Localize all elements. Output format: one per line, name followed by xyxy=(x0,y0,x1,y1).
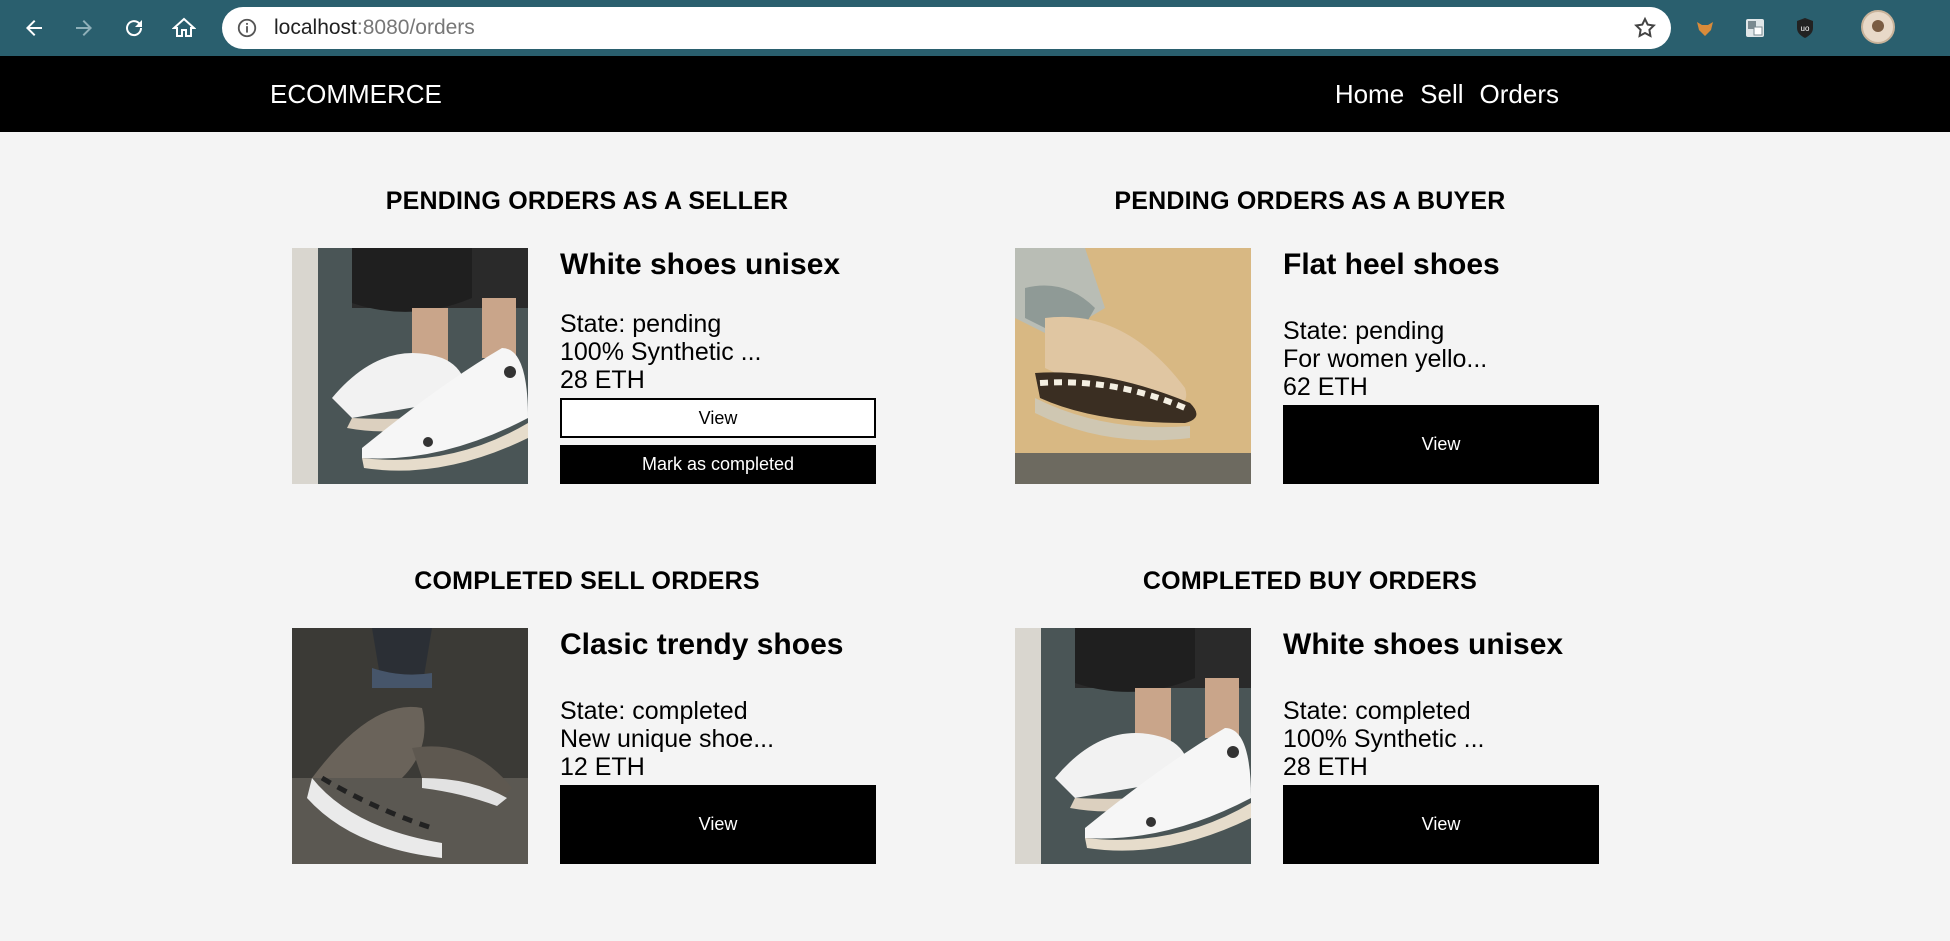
product-title: Flat heel shoes xyxy=(1283,248,1500,281)
product-image xyxy=(1015,248,1251,484)
bookmark-star-icon[interactable] xyxy=(1633,16,1657,40)
order-state: State: completed xyxy=(1283,697,1471,725)
order-card: White shoes unisex State: completed 100%… xyxy=(1015,628,1605,864)
view-button[interactable]: View xyxy=(560,398,876,438)
completed-buy-section: COMPLETED BUY ORDERS White shoes unisex … xyxy=(1015,567,1605,864)
home-icon xyxy=(172,17,196,37)
extension-shield-icon[interactable]: uo xyxy=(1791,14,1819,42)
product-title: Clasic trendy shoes xyxy=(560,628,844,661)
product-title: White shoes unisex xyxy=(1283,628,1564,661)
product-price: 28 ETH xyxy=(560,366,645,394)
order-state: State: completed xyxy=(560,697,748,725)
url-text: localhost:8080/orders xyxy=(274,16,475,39)
address-bar[interactable]: localhost:8080/orders xyxy=(222,7,1671,49)
extension-translate-icon[interactable] xyxy=(1741,14,1769,42)
brand-logo[interactable]: ECOMMERCE xyxy=(270,56,442,132)
forward-arrow-icon xyxy=(76,20,92,36)
product-description: 100% Synthetic ... xyxy=(1283,725,1485,753)
order-state: State: pending xyxy=(1283,317,1445,345)
mark-completed-button[interactable]: Mark as completed xyxy=(560,445,876,484)
reload-icon xyxy=(126,20,143,37)
reload-button[interactable] xyxy=(116,10,152,46)
section-heading: COMPLETED BUY ORDERS xyxy=(1142,567,1478,595)
product-price: 28 ETH xyxy=(1283,753,1368,781)
back-arrow-icon xyxy=(26,20,42,36)
profile-avatar[interactable] xyxy=(1861,10,1895,44)
product-price: 12 ETH xyxy=(560,753,645,781)
product-image xyxy=(292,628,528,864)
svg-text:uo: uo xyxy=(1801,24,1810,33)
order-card: White shoes unisex State: pending 100% S… xyxy=(292,248,882,484)
order-details: White shoes unisex State: pending 100% S… xyxy=(560,248,876,394)
product-description: 100% Synthetic ... xyxy=(560,338,762,366)
view-button[interactable]: View xyxy=(560,785,876,864)
product-price: 62 ETH xyxy=(1283,373,1368,401)
product-description: For women yello... xyxy=(1283,345,1488,373)
completed-sell-section: COMPLETED SELL ORDERS Clasic trendy shoe… xyxy=(292,567,882,864)
order-card: Clasic trendy shoes State: completed New… xyxy=(292,628,882,864)
info-icon[interactable] xyxy=(236,17,258,39)
product-image xyxy=(292,248,528,484)
order-state: State: pending xyxy=(560,310,722,338)
order-details: Flat heel shoes State: pending For women… xyxy=(1283,248,1599,401)
home-button[interactable] xyxy=(166,10,202,46)
back-button[interactable] xyxy=(16,10,52,46)
order-card: Flat heel shoes State: pending For women… xyxy=(1015,248,1605,484)
view-button[interactable]: View xyxy=(1283,405,1599,484)
view-button[interactable]: View xyxy=(1283,785,1599,864)
section-heading: PENDING ORDERS AS A SELLER xyxy=(385,187,789,215)
nav-orders[interactable]: Orders xyxy=(1480,79,1559,110)
pending-buyer-section: PENDING ORDERS AS A BUYER Flat heel shoe… xyxy=(1015,187,1605,484)
nav-sell[interactable]: Sell xyxy=(1420,79,1463,110)
order-details: White shoes unisex State: completed 100%… xyxy=(1283,628,1599,781)
product-title: White shoes unisex xyxy=(560,248,841,281)
pending-seller-section: PENDING ORDERS AS A SELLER White shoes u… xyxy=(292,187,882,484)
section-heading: COMPLETED SELL ORDERS xyxy=(414,567,760,595)
browser-toolbar: localhost:8080/orders uo xyxy=(0,0,1950,56)
main-nav: Home Sell Orders xyxy=(1335,56,1559,132)
product-image xyxy=(1015,628,1251,864)
section-heading: PENDING ORDERS AS A BUYER xyxy=(1114,187,1506,215)
order-details: Clasic trendy shoes State: completed New… xyxy=(560,628,876,781)
nav-home[interactable]: Home xyxy=(1335,79,1404,110)
extension-fox-icon[interactable] xyxy=(1691,14,1719,42)
product-description: New unique shoe... xyxy=(560,725,775,753)
forward-button[interactable] xyxy=(66,10,102,46)
app-header: ECOMMERCE Home Sell Orders xyxy=(0,56,1950,132)
